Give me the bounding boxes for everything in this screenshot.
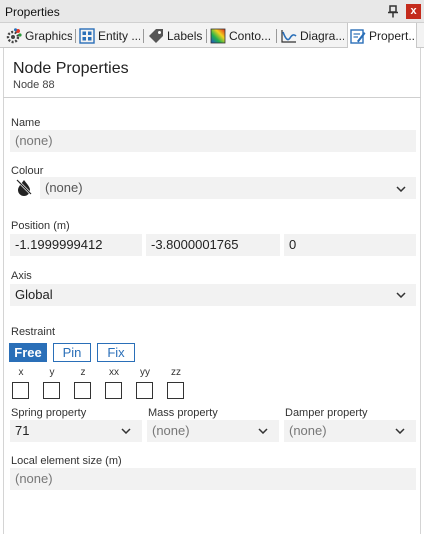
position-y-field[interactable]: -3.8000001765 (146, 234, 280, 256)
local-element-size-field[interactable]: (none) (10, 468, 416, 490)
no-colour-icon (16, 179, 32, 196)
header-divider (3, 97, 421, 98)
chevron-down-icon (121, 428, 131, 434)
tab-properties[interactable]: Propert... (347, 23, 417, 49)
dof-label-y: y (49, 367, 55, 378)
page-title: Node Properties (13, 60, 129, 77)
name-label: Name (11, 117, 41, 129)
tab-properties-label: Propert... (369, 29, 417, 43)
restraint-free-button[interactable]: Free (9, 343, 47, 362)
colour-label: Colour (11, 165, 44, 177)
tab-entity-label: Entity ... (98, 28, 140, 43)
page-subtitle: Node 88 (13, 79, 55, 91)
diagram-icon (281, 29, 297, 43)
tab-separator (143, 29, 144, 43)
dof-label-xx: xx (109, 367, 119, 378)
chevron-down-icon (396, 292, 406, 298)
dof-checkbox-y[interactable] (43, 382, 60, 399)
pin-icon[interactable] (387, 5, 399, 18)
tab-contours[interactable]: Conto... (210, 23, 273, 48)
dof-checkbox-zz[interactable] (167, 382, 184, 399)
spring-property-label: Spring property (11, 407, 87, 419)
chevron-down-icon (258, 428, 268, 434)
tab-labels-label: Labels (167, 28, 203, 43)
dof-checkbox-z[interactable] (74, 382, 91, 399)
position-x-field[interactable]: -1.1999999412 (10, 234, 142, 256)
dof-label-x: x (18, 367, 24, 378)
tab-diagrams-label: Diagra... (300, 28, 344, 43)
tab-strip: Graphics Entity ... Labels Conto... Diag… (0, 23, 424, 49)
tab-separator (75, 29, 76, 43)
axis-dropdown[interactable]: Global (10, 284, 416, 306)
panel-titlebar: Properties x (0, 0, 424, 23)
mass-property-label: Mass property (148, 407, 218, 419)
panel-title: Properties (5, 5, 60, 19)
name-field[interactable]: (none) (10, 130, 416, 152)
tab-entity[interactable]: Entity ... (79, 23, 140, 48)
dof-checkbox-yy[interactable] (136, 382, 153, 399)
position-label: Position (m) (11, 220, 70, 232)
damper-property-label: Damper property (285, 407, 368, 419)
local-element-size-label: Local element size (m) (11, 455, 122, 467)
close-button[interactable]: x (406, 4, 421, 19)
grid-icon (79, 27, 95, 44)
gear-palette-icon (6, 27, 22, 43)
dof-checkbox-xx[interactable] (105, 382, 122, 399)
dof-checkbox-x[interactable] (12, 382, 29, 399)
tab-separator (276, 29, 277, 43)
dof-label-z: z (80, 367, 86, 378)
position-z-field[interactable]: 0 (284, 234, 416, 256)
chevron-down-icon (396, 186, 406, 192)
tab-labels[interactable]: Labels (148, 23, 203, 48)
tab-separator (206, 29, 207, 43)
axis-label: Axis (11, 270, 32, 282)
restraint-pin-button[interactable]: Pin (53, 343, 91, 362)
contour-icon (210, 28, 226, 43)
tag-icon (149, 28, 163, 43)
tab-graphics[interactable]: Graphics (6, 23, 72, 48)
properties-icon (350, 29, 366, 44)
restraint-label: Restraint (11, 326, 56, 338)
restraint-fix-button[interactable]: Fix (97, 343, 135, 362)
colour-dropdown[interactable]: (none) (40, 177, 416, 199)
dof-label-zz: zz (171, 367, 181, 378)
tab-graphics-label: Graphics (25, 28, 72, 43)
tab-diagrams[interactable]: Diagra... (281, 23, 344, 48)
dof-label-yy: yy (140, 367, 150, 378)
chevron-down-icon (395, 428, 405, 434)
tab-contours-label: Conto... (229, 28, 272, 43)
